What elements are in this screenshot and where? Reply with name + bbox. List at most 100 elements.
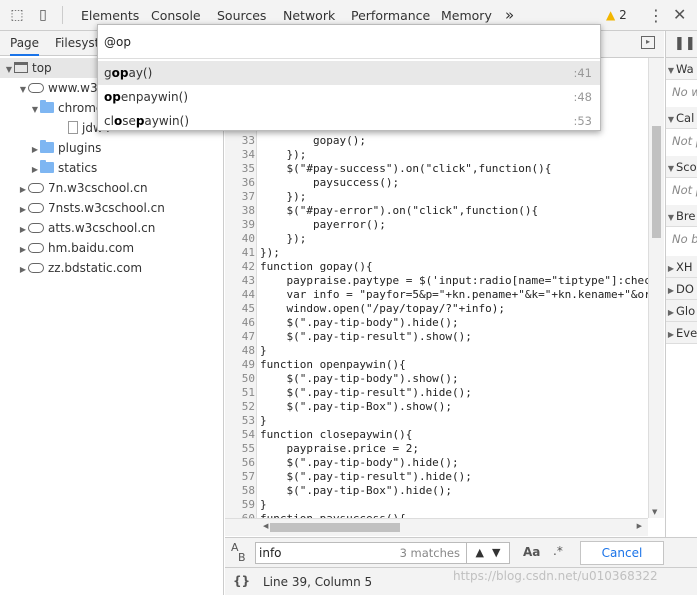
- pause-icon[interactable]: ❚❚: [674, 36, 696, 51]
- regex-button[interactable]: .*: [553, 544, 563, 558]
- collapsed-arrow-icon[interactable]: ▶: [18, 260, 28, 280]
- line-number[interactable]: 34: [225, 148, 255, 162]
- tree-item-label: zz.bdstatic.com: [48, 261, 143, 275]
- quick-open-item[interactable]: openpaywin():48: [98, 85, 600, 109]
- code-text: });: [260, 246, 280, 259]
- tree-item[interactable]: ▶ atts.w3cschool.cn: [0, 218, 224, 238]
- folder-icon: [40, 100, 54, 113]
- search-navigation[interactable]: ▲ ▼: [466, 542, 510, 564]
- line-number[interactable]: 56: [225, 456, 255, 470]
- code-text: paysuccess();: [260, 176, 400, 189]
- match-case-button[interactable]: Aa: [523, 545, 540, 559]
- line-number[interactable]: 54: [225, 428, 255, 442]
- collapsed-arrow-icon[interactable]: ▶: [30, 160, 40, 180]
- vertical-scroll-thumb[interactable]: [652, 126, 661, 238]
- line-number[interactable]: 38: [225, 204, 255, 218]
- previous-match-icon[interactable]: ▲: [476, 546, 484, 559]
- tree-item[interactable]: ▶ 7nsts.w3cschool.cn: [0, 198, 224, 218]
- sidebar-section-header[interactable]: ▼ Sco: [666, 156, 697, 178]
- scroll-right-arrow-icon[interactable]: ▶: [637, 522, 642, 530]
- quick-open-input[interactable]: @op: [98, 25, 600, 59]
- collapsed-arrow-icon[interactable]: ▶: [18, 220, 28, 240]
- line-number[interactable]: 46: [225, 316, 255, 330]
- code-line: 37 });: [225, 190, 648, 204]
- device-toolbar-icon[interactable]: ▯: [34, 6, 52, 24]
- expanded-arrow-icon: ▼: [667, 115, 675, 124]
- section-label: DO: [676, 282, 694, 296]
- line-number[interactable]: 51: [225, 386, 255, 400]
- line-number[interactable]: 43: [225, 274, 255, 288]
- sidebar-section-header[interactable]: ▶ Eve: [666, 322, 697, 344]
- warnings-indicator[interactable]: ▲ 2: [606, 8, 627, 22]
- cancel-button[interactable]: Cancel: [580, 541, 664, 565]
- code-text: });: [260, 148, 307, 161]
- close-icon[interactable]: ✕: [673, 5, 686, 24]
- line-number[interactable]: 36: [225, 176, 255, 190]
- cloud-icon: [28, 202, 44, 213]
- line-number[interactable]: 45: [225, 302, 255, 316]
- sidebar-section-header[interactable]: ▼ Cal: [666, 107, 697, 129]
- quick-open-item[interactable]: closepaywin():53: [98, 109, 600, 133]
- cloud-icon: [28, 182, 44, 193]
- editor-vertical-scrollbar[interactable]: ▼: [648, 58, 664, 518]
- line-number[interactable]: 49: [225, 358, 255, 372]
- line-number[interactable]: 59: [225, 498, 255, 512]
- line-number[interactable]: 47: [225, 330, 255, 344]
- toggle-debugger-icon[interactable]: ▸: [641, 36, 655, 49]
- inspect-element-icon[interactable]: ⬚: [8, 6, 26, 24]
- collapsed-arrow-icon[interactable]: ▶: [18, 240, 28, 260]
- line-number[interactable]: 42: [225, 260, 255, 274]
- tree-item[interactable]: ▶ statics: [0, 158, 224, 178]
- line-number[interactable]: 55: [225, 442, 255, 456]
- quick-open-item[interactable]: gopay():41: [98, 61, 600, 85]
- tree-item-label: atts.w3cschool.cn: [48, 221, 156, 235]
- replace-toggle-icon[interactable]: A B: [231, 542, 246, 563]
- line-number[interactable]: 44: [225, 288, 255, 302]
- pretty-print-button[interactable]: {}: [233, 574, 250, 588]
- tree-item[interactable]: ▶ zz.bdstatic.com: [0, 258, 224, 278]
- code-line: 47 $(".pay-tip-result").show();: [225, 330, 648, 344]
- expanded-arrow-icon[interactable]: ▼: [30, 100, 40, 120]
- tree-item-label: 7n.w3cschool.cn: [48, 181, 148, 195]
- line-number[interactable]: 33: [225, 134, 255, 148]
- sidebar-section-header[interactable]: ▶ XH: [666, 256, 697, 278]
- scroll-left-arrow-icon[interactable]: ◀: [263, 522, 268, 530]
- editor-horizontal-scrollbar[interactable]: ◀ ▶: [225, 518, 648, 536]
- line-number[interactable]: 40: [225, 232, 255, 246]
- code-text: }: [260, 498, 267, 511]
- expanded-arrow-icon[interactable]: ▼: [18, 80, 28, 100]
- code-line: 57 $(".pay-tip-result").hide();: [225, 470, 648, 484]
- next-match-icon[interactable]: ▼: [492, 546, 500, 559]
- line-number[interactable]: 41: [225, 246, 255, 260]
- sidebar-section-header[interactable]: ▶ DO: [666, 278, 697, 300]
- tree-item-label: statics: [58, 161, 98, 175]
- tab-page[interactable]: Page: [10, 31, 40, 56]
- tree-item[interactable]: ▶ 7n.w3cschool.cn: [0, 178, 224, 198]
- sidebar-section-header[interactable]: ▼ Wa: [666, 58, 697, 80]
- code-line: 35 $("#pay-success").on("click",function…: [225, 162, 648, 176]
- line-number[interactable]: 52: [225, 400, 255, 414]
- collapsed-arrow-icon[interactable]: ▶: [30, 140, 40, 160]
- sidebar-section-header[interactable]: ▶ Glo: [666, 300, 697, 322]
- line-number[interactable]: 50: [225, 372, 255, 386]
- collapsed-arrow-icon[interactable]: ▶: [18, 200, 28, 220]
- line-number[interactable]: 57: [225, 470, 255, 484]
- sidebar-section-header[interactable]: ▼ Bre: [666, 205, 697, 227]
- cloud-icon: [28, 262, 44, 273]
- tree-item[interactable]: ▶ hm.baidu.com: [0, 238, 224, 258]
- line-number[interactable]: 53: [225, 414, 255, 428]
- more-options-icon[interactable]: ⋮: [648, 6, 664, 25]
- line-number[interactable]: 39: [225, 218, 255, 232]
- expanded-arrow-icon[interactable]: ▼: [4, 60, 14, 80]
- horizontal-scroll-thumb[interactable]: [270, 523, 400, 532]
- code-text: $(".pay-tip-result").show();: [260, 330, 472, 343]
- scroll-down-arrow-icon[interactable]: ▼: [652, 508, 657, 516]
- line-number[interactable]: 58: [225, 484, 255, 498]
- line-number[interactable]: 37: [225, 190, 255, 204]
- line-number[interactable]: 35: [225, 162, 255, 176]
- collapsed-arrow-icon[interactable]: ▶: [18, 180, 28, 200]
- tree-item[interactable]: ▶ plugins: [0, 138, 224, 158]
- search-input[interactable]: info 3 matches: [255, 542, 467, 564]
- item-text-part: ay(): [128, 66, 153, 80]
- line-number[interactable]: 48: [225, 344, 255, 358]
